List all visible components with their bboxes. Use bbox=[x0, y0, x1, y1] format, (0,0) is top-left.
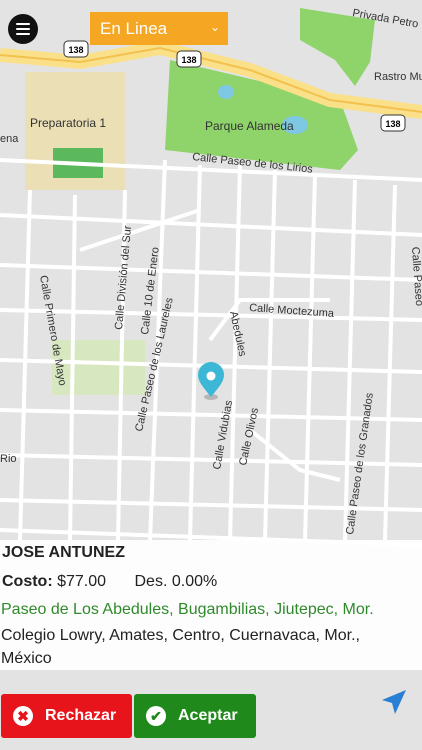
highway-shield: 138 bbox=[181, 55, 196, 65]
reject-label: Rechazar bbox=[45, 707, 117, 724]
chevron-down-icon: ⌄ bbox=[209, 20, 220, 34]
navigation-arrow-icon[interactable] bbox=[380, 688, 408, 716]
highway-shield: 138 bbox=[68, 45, 83, 55]
check-icon: ✔ bbox=[146, 706, 166, 726]
status-dropdown[interactable]: En Linea ⌄ bbox=[90, 12, 228, 45]
destination-address: Colegio Lowry, Amates, Centro, Cuernavac… bbox=[1, 627, 360, 667]
close-icon: ✖ bbox=[13, 706, 33, 726]
school-label: Preparatoria 1 bbox=[30, 116, 106, 130]
place-label: Rastro Mu bbox=[374, 71, 422, 83]
street-label: Rio bbox=[0, 453, 17, 465]
street-label: ena bbox=[0, 133, 19, 145]
menu-button[interactable] bbox=[8, 14, 38, 44]
discount-value: Des. 0.00% bbox=[134, 573, 218, 590]
accept-button[interactable]: ✔ Aceptar bbox=[134, 694, 256, 738]
cost-row: Costo: $77.00 Des. 0.00% bbox=[2, 573, 217, 591]
origin-address: Paseo de Los Abedules, Bugambilias, Jiut… bbox=[1, 601, 374, 618]
reject-button[interactable]: ✖ Rechazar bbox=[1, 694, 132, 738]
trip-info-panel: JOSE ANTUNEZ Costo: $77.00 Des. 0.00% Pa… bbox=[0, 540, 422, 670]
client-name: JOSE ANTUNEZ bbox=[2, 544, 125, 561]
accept-label: Aceptar bbox=[178, 707, 238, 724]
cost-value: $77.00 bbox=[57, 573, 107, 590]
highway-shield: 138 bbox=[385, 119, 400, 129]
cost-label: Costo: bbox=[2, 573, 53, 590]
menu-icon bbox=[16, 23, 30, 25]
status-value: En Linea bbox=[100, 18, 168, 38]
park-label: Parque Alameda bbox=[205, 119, 294, 133]
